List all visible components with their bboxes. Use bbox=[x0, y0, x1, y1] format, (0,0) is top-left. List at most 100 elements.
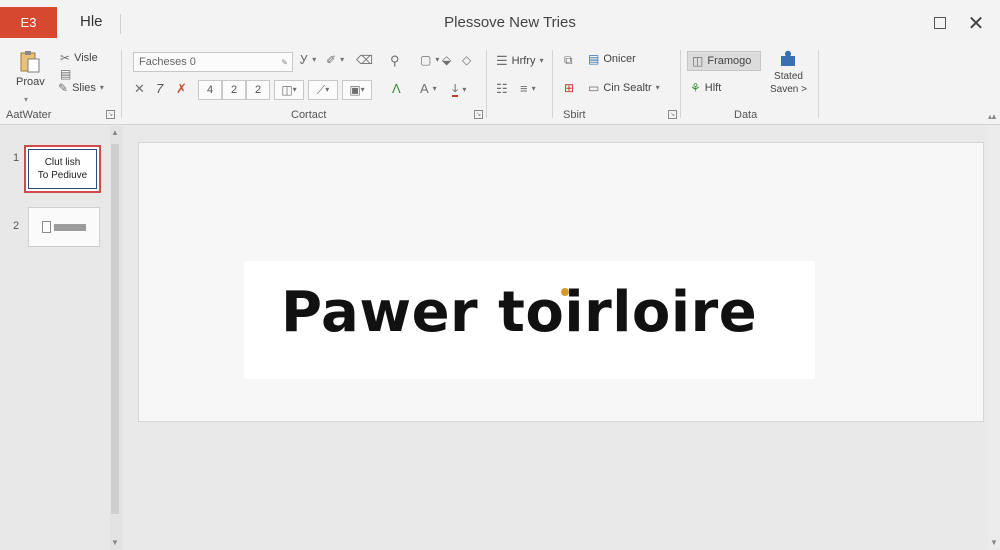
app-menu-button[interactable]: E3 bbox=[0, 7, 57, 38]
shape-dropdown[interactable]: ▣ ▾ bbox=[342, 80, 372, 100]
line-icon: ⟋ bbox=[316, 83, 326, 97]
thumbnail-scrollbar-thumb[interactable] bbox=[111, 144, 119, 514]
hlft-label: Hlft bbox=[704, 82, 722, 94]
document-icon bbox=[42, 221, 51, 233]
clipboard-launcher-icon[interactable]: ↘ bbox=[106, 110, 115, 119]
eraser-icon: ⌫ bbox=[356, 53, 373, 67]
chevron-down-icon: ▾ bbox=[292, 85, 297, 94]
scroll-down-icon[interactable]: ▼ bbox=[111, 538, 119, 547]
chevron-down-icon: ▾ bbox=[655, 83, 660, 92]
chevron-down-icon: ▾ bbox=[462, 84, 467, 94]
size-box-b[interactable]: 2 bbox=[222, 80, 246, 100]
framego-button[interactable]: ◫ Framogo bbox=[687, 51, 761, 71]
title-bar: E3 Hle Plessove New Tries ✕ bbox=[0, 0, 1000, 46]
x-icon: ✕ bbox=[134, 81, 145, 96]
paragraph-launcher-icon[interactable]: ↘ bbox=[668, 110, 677, 119]
search-icon: ⚲ bbox=[390, 53, 400, 68]
scroll-up-icon[interactable]: ▲ bbox=[111, 128, 119, 137]
hrfry-label: Hrfry bbox=[511, 54, 536, 67]
font-color-button[interactable]: ✗ bbox=[176, 82, 187, 95]
close-icon: ✕ bbox=[967, 12, 985, 35]
underline-color-button[interactable]: ↆ ▾ bbox=[452, 82, 466, 97]
hlft-button[interactable]: ⚘ Hlft bbox=[690, 82, 721, 94]
chevron-down-icon: ▾ bbox=[531, 83, 536, 93]
format-painter-button[interactable]: ✎ Slies ▾ bbox=[58, 82, 104, 94]
line-dropdown[interactable]: ⟋ ▾ bbox=[308, 80, 338, 100]
slide-thumbnail-2[interactable] bbox=[28, 207, 100, 247]
stated-label-line2: Saven > bbox=[770, 84, 807, 95]
brush-icon: ✎ bbox=[58, 81, 69, 95]
text-effects-icon: A bbox=[420, 81, 429, 96]
font-group-label: Cortact bbox=[291, 109, 327, 121]
thumbnail-number: 2 bbox=[13, 220, 20, 232]
title-divider bbox=[120, 14, 121, 34]
border-dropdown[interactable]: ◫ ▾ bbox=[274, 80, 304, 100]
document-icon: ▤ bbox=[588, 52, 600, 66]
italic-icon: 7 bbox=[156, 81, 164, 96]
paragraph-group-label: Sbirt bbox=[563, 109, 586, 121]
paint-bucket-icon: ⬙ bbox=[442, 53, 452, 67]
diamond-button[interactable]: ◇ bbox=[462, 54, 471, 66]
scissors-icon: ✂ bbox=[60, 51, 71, 65]
highlighter-icon: ✐ bbox=[326, 53, 337, 67]
bucket-button[interactable]: ⬙ bbox=[442, 54, 451, 66]
border-icon: ◫ bbox=[281, 83, 293, 97]
bullet-list-icon: ☰ bbox=[496, 53, 508, 68]
text-effects-button[interactable]: A ▾ bbox=[420, 82, 437, 95]
text-button[interactable]: Λ bbox=[392, 82, 401, 95]
numbered-list-icon: ☷ bbox=[496, 81, 508, 96]
paste-dropdown-icon[interactable]: ▾ bbox=[24, 95, 28, 104]
shape-icon: ▣ bbox=[349, 83, 361, 97]
slide-title[interactable]: Pawer toirloire bbox=[281, 280, 757, 345]
copy-button[interactable]: ▤ bbox=[60, 68, 71, 80]
bullets-button[interactable]: ☰ Hrfry ▾ bbox=[496, 54, 544, 67]
table-icon: ⊞ bbox=[564, 81, 575, 95]
cinsealtr-button[interactable]: ▭ Cin Sealtr ▾ bbox=[588, 82, 660, 94]
cut-button[interactable]: ✂ Visle bbox=[60, 52, 98, 64]
clipboard-paste-icon bbox=[20, 51, 40, 73]
font-launcher-icon[interactable]: ↘ bbox=[474, 110, 483, 119]
group-divider bbox=[818, 50, 819, 118]
shape-outline-button[interactable]: ▢ ▾ bbox=[420, 54, 439, 66]
maximize-icon bbox=[934, 17, 946, 29]
framego-label: Framogo bbox=[707, 55, 752, 67]
clear-button[interactable]: ✕ bbox=[134, 82, 145, 95]
clipboard-group-label: AatWater bbox=[6, 109, 52, 121]
highlight-button[interactable]: ✐ ▾ bbox=[326, 54, 344, 66]
numbering-button[interactable]: ☷ bbox=[496, 82, 508, 95]
clear-format-button[interactable]: ⌫ bbox=[356, 54, 373, 66]
thumbnail-1-line1: Clut lish bbox=[44, 157, 81, 168]
frame-icon: ◫ bbox=[692, 54, 704, 68]
font-name-field[interactable]: Facheses 0 ✎ bbox=[133, 52, 293, 72]
find-button[interactable]: ⚲ bbox=[390, 54, 400, 67]
onicer-label: Onicer bbox=[603, 53, 636, 65]
scroll-down-icon[interactable]: ▼ bbox=[990, 538, 998, 547]
maximize-button[interactable] bbox=[928, 12, 952, 34]
copy-icon: ▤ bbox=[60, 67, 72, 81]
arrange-button[interactable]: Stated Saven > bbox=[770, 48, 807, 96]
align-button[interactable]: ≡ ▾ bbox=[520, 82, 536, 95]
visle-label: Visle bbox=[74, 52, 98, 64]
duplicate-button[interactable]: ⧉ bbox=[564, 54, 573, 66]
scroll-up-icon[interactable]: ▲ bbox=[990, 112, 998, 121]
editor-scrollbar[interactable] bbox=[988, 126, 1000, 550]
size-box-a[interactable]: 4 bbox=[198, 80, 222, 100]
ribbon: Proav ▾ ✂ Visle ▤ ✎ Slies ▾ AatWater ↘ F… bbox=[0, 46, 1000, 125]
square-icon: ▢ bbox=[420, 53, 432, 67]
paste-button[interactable]: Proav bbox=[16, 50, 45, 88]
data-group-label: Data bbox=[734, 109, 758, 121]
thumbnail-1-content: Clut lish To Pediuve bbox=[28, 149, 97, 189]
italic-button[interactable]: 7 bbox=[156, 82, 163, 95]
file-tab[interactable]: Hle bbox=[80, 13, 103, 30]
chevron-down-icon: ▾ bbox=[340, 55, 345, 64]
close-button[interactable]: ✕ bbox=[964, 12, 988, 35]
size-box-c[interactable]: 2 bbox=[246, 80, 270, 100]
onicer-button[interactable]: ▤ Onicer bbox=[588, 53, 636, 65]
underline-color-icon: ↆ bbox=[452, 81, 459, 97]
grow-font-button[interactable]: Ꭹ ▾ bbox=[300, 54, 316, 66]
chevron-down-icon: ▾ bbox=[360, 85, 365, 94]
chevron-down-icon: ▾ bbox=[312, 55, 317, 64]
stated-label-line1: Stated bbox=[774, 71, 803, 82]
table-button[interactable]: ⊞ bbox=[564, 82, 574, 94]
slide-thumbnail-1[interactable]: Clut lish To Pediuve bbox=[24, 145, 101, 193]
